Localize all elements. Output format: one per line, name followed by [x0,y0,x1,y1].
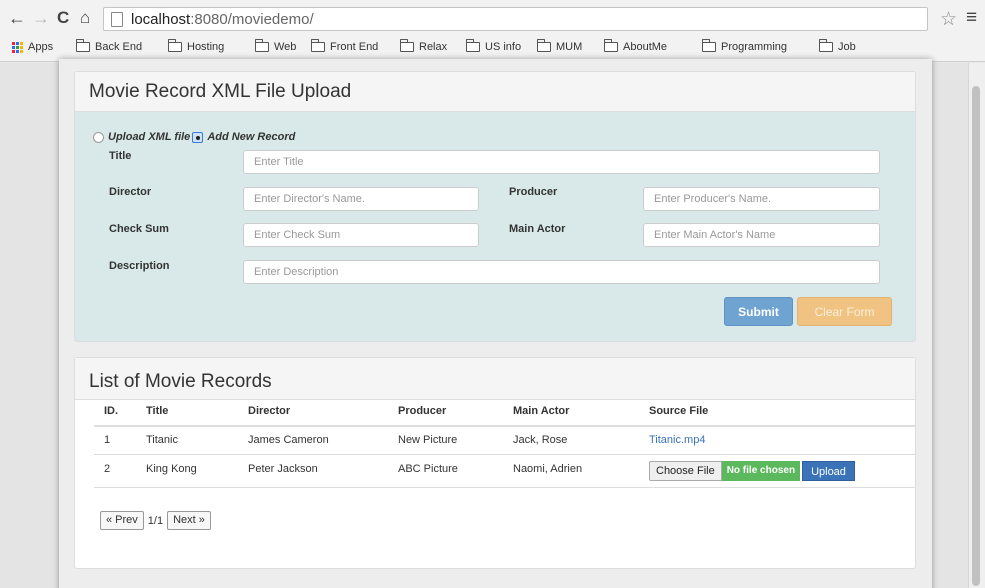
bookmark-label: MUM [556,41,583,53]
pagination: « Prev 1/1 Next » [100,511,211,530]
row-1-id: 1 [104,434,111,446]
no-file-chosen-status: No file chosen [721,461,801,481]
next-page-button[interactable]: Next » [167,511,211,530]
folder-icon [536,39,551,52]
bookmark-label: Hosting [187,41,225,53]
browser-chrome: ← → C ⌂ localhost:8080/moviedemo/ ☆ ≡ Ap… [0,0,985,62]
page-icon [111,12,123,27]
bookmark-aboutme[interactable]: AboutMe [603,39,668,53]
row-2-main-actor: Naomi, Adrien [513,463,583,475]
row-1-director: James Cameron [248,434,329,446]
bookmark-label: Back End [95,41,143,53]
table-row-divider [94,454,916,455]
scrollbar-thumb[interactable] [972,86,980,586]
column-header-director: Director [248,405,291,417]
back-arrow-icon[interactable]: ← [8,9,26,27]
bookmarks-bar: Apps Back End Hosting Web Front End Rela… [0,38,985,60]
bookmark-web[interactable]: Web [254,39,297,53]
upload-panel-title: Movie Record XML File Upload [89,81,352,102]
title-label: Title [109,150,132,162]
bookmark-mum[interactable]: MUM [536,39,583,53]
folder-icon [818,39,833,52]
row-2-producer: ABC Picture [398,463,458,475]
upload-button[interactable]: Upload [802,461,855,481]
main-actor-input[interactable] [643,223,880,247]
bookmark-us-info[interactable]: US info [465,39,522,53]
column-header-producer: Producer [398,405,447,417]
bookmark-label: AboutMe [623,41,668,53]
row-1-title: Titanic [146,434,178,446]
address-bar[interactable]: localhost:8080/moviedemo/ [103,7,928,31]
radio-upload-xml[interactable] [93,131,104,143]
apps-grid-icon [12,41,23,53]
column-header-main-actor: Main Actor [513,405,570,417]
director-input[interactable] [243,187,479,211]
submit-button[interactable]: Submit [724,297,793,326]
checksum-label: Check Sum [109,223,169,235]
row-1-source-file-link[interactable]: Titanic.mp4 [649,434,705,446]
folder-icon [254,39,269,52]
records-panel-header: List of Movie Records [75,358,915,400]
folder-icon [465,39,480,52]
column-header-id: ID. [104,405,119,417]
bookmark-label: Relax [419,41,448,53]
bookmark-hosting[interactable]: Hosting [167,39,225,53]
choose-file-button[interactable]: Choose File [649,461,722,481]
bookmark-label: Front End [330,41,379,53]
records-panel-title: List of Movie Records [89,371,272,392]
prev-page-button[interactable]: « Prev [100,511,144,530]
bookmark-star-icon[interactable]: ☆ [940,8,957,31]
title-input[interactable] [243,150,880,174]
checksum-input[interactable] [243,223,479,247]
bookmark-label: Job [838,41,856,53]
row-2-id: 2 [104,463,111,475]
bookmark-apps[interactable]: Apps [12,41,53,53]
folder-icon [310,39,325,52]
url-path: :8080/moviedemo/ [190,11,314,28]
radio-upload-xml-label[interactable]: Upload XML file [108,131,190,143]
folder-icon [701,39,716,52]
url-host: localhost [131,11,191,28]
upload-panel-header: Movie Record XML File Upload [75,72,915,112]
clear-form-button[interactable]: Clear Form [797,297,892,326]
main-actor-label: Main Actor [509,223,566,235]
url-text: localhost:8080/moviedemo/ [131,11,314,28]
row-1-main-actor: Jack, Rose [513,434,568,446]
column-header-source-file: Source File [649,405,709,417]
producer-input[interactable] [643,187,880,211]
bookmark-relax[interactable]: Relax [399,39,448,53]
browser-toolbar: ← → C ⌂ localhost:8080/moviedemo/ ☆ ≡ [0,0,985,36]
column-header-title: Title [146,405,169,417]
description-input[interactable] [243,260,880,284]
folder-icon [399,39,414,52]
folder-icon [603,39,618,52]
forward-arrow-icon[interactable]: → [32,9,50,27]
bookmark-programming[interactable]: Programming [701,39,788,53]
producer-label: Producer [509,186,558,198]
mode-radio-group: Upload XML file Add New Record [93,131,295,143]
browser-menu-icon[interactable]: ≡ [966,7,977,29]
table-header-divider [94,425,916,427]
bookmark-front-end[interactable]: Front End [310,39,379,53]
director-label: Director [109,186,152,198]
bookmark-label: Web [274,41,297,53]
reload-icon[interactable]: C [57,9,69,27]
bookmark-job[interactable]: Job [818,39,856,53]
description-label: Description [109,260,170,272]
table-row-divider [94,487,916,488]
bookmark-label: Programming [721,41,788,53]
folder-icon [75,39,90,52]
row-1-producer: New Picture [398,434,458,446]
bookmark-label: Apps [28,41,54,53]
bookmark-label: US info [485,41,522,53]
folder-icon [167,39,182,52]
radio-add-record-label[interactable]: Add New Record [207,131,295,143]
row-2-title: King Kong [146,463,197,475]
radio-add-record[interactable] [192,131,204,143]
row-2-file-upload: Choose File No file chosen Upload [649,461,855,481]
bookmark-back-end[interactable]: Back End [75,39,143,53]
row-2-director: Peter Jackson [248,463,318,475]
page-indicator: 1/1 [147,514,164,527]
home-icon[interactable]: ⌂ [80,9,90,27]
